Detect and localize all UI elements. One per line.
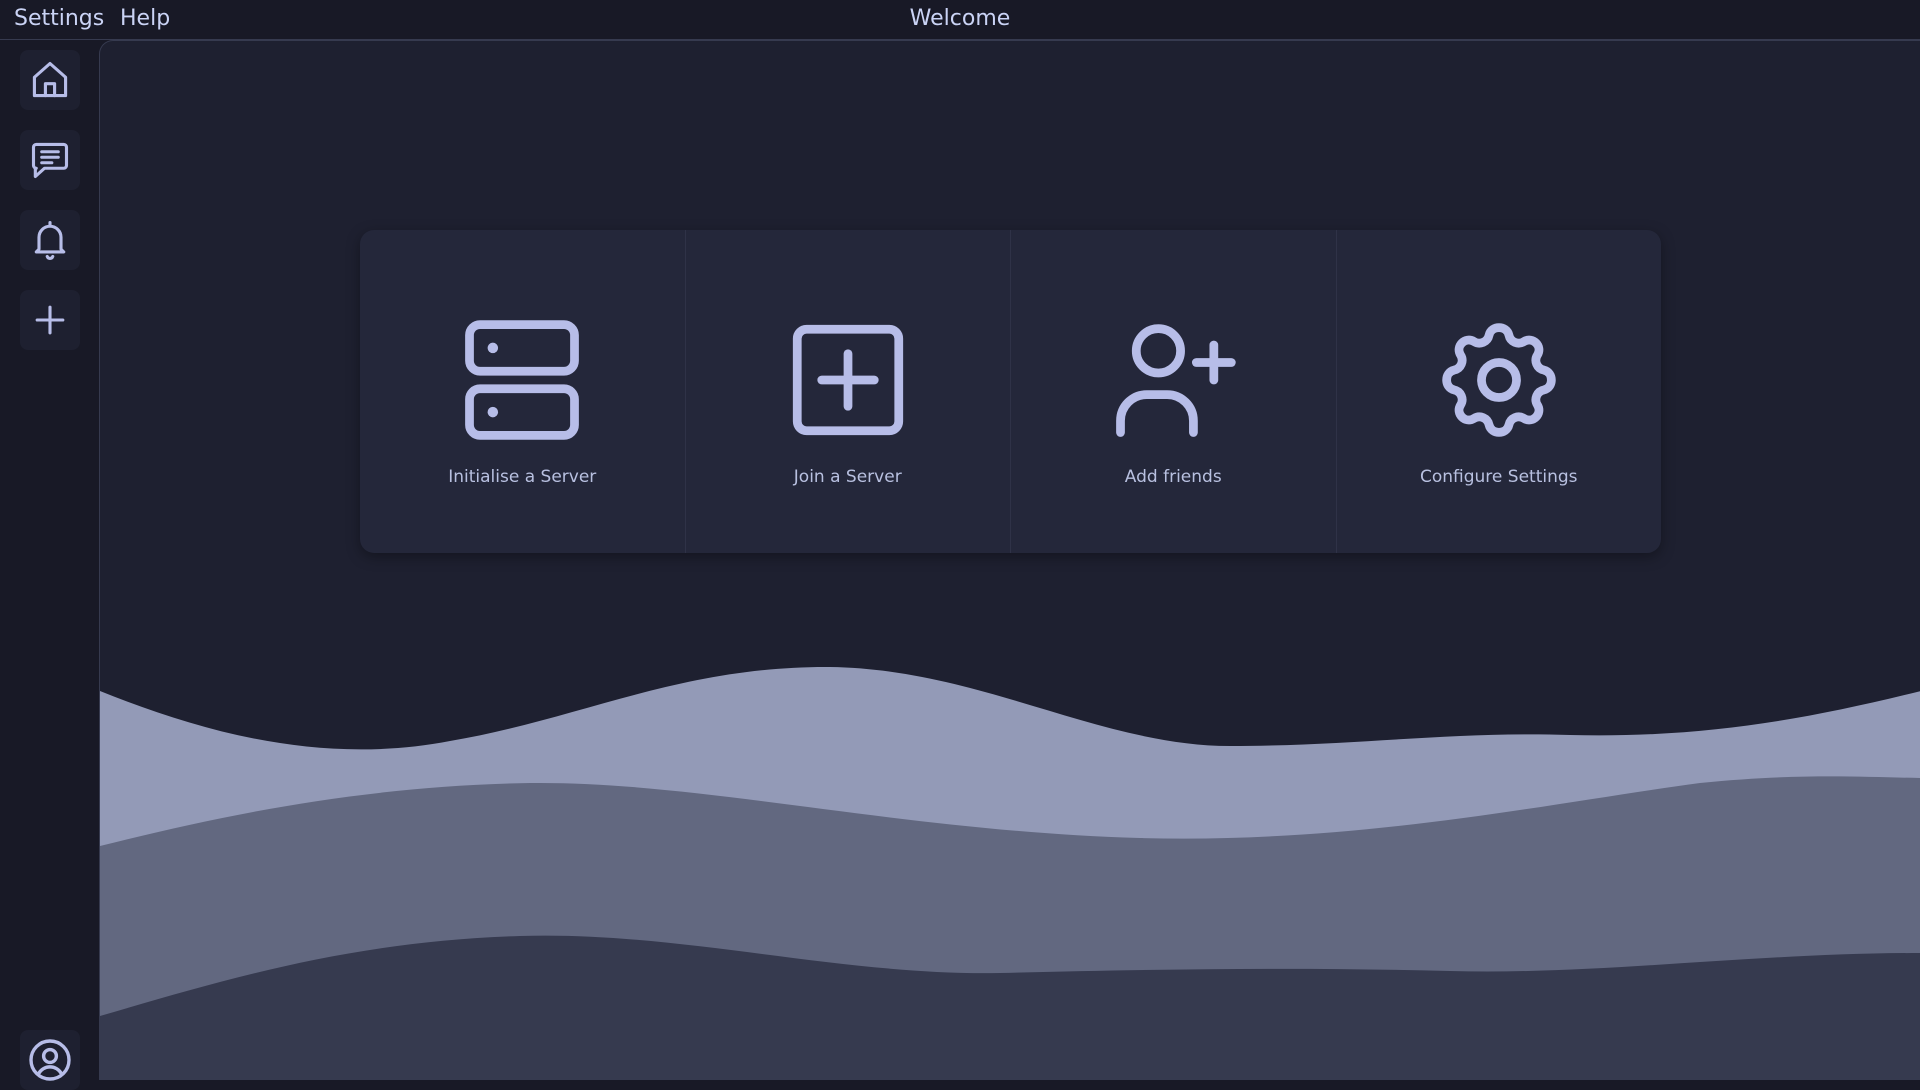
sidebar-notifications-button[interactable] [20,210,80,270]
add-friends-label: Add friends [1124,466,1222,487]
plus-icon [35,305,65,335]
initialise-server-label: Initialise a Server [448,466,597,487]
quick-actions-panel: Initialise a Server Join a Server Add fr… [360,230,1661,553]
main-content: Initialise a Server Join a Server Add fr… [99,40,1920,1080]
sidebar [0,40,99,1090]
menu-help[interactable]: Help [120,6,170,31]
server-icon [465,319,580,440]
square-plus-icon [792,324,903,435]
join-server-label: Join a Server [793,466,902,487]
chat-icon [31,142,69,179]
user-plus-icon [1116,323,1236,437]
sidebar-home-button[interactable] [20,50,80,110]
configure-settings-label: Configure Settings [1419,466,1578,487]
sidebar-add-button[interactable] [20,290,80,350]
menu-bar: Settings Help Welcome [0,0,1920,40]
user-circle-icon [29,1039,71,1081]
initialise-server-card[interactable]: Initialise a Server [360,230,686,553]
configure-settings-card[interactable]: Configure Settings [1337,230,1662,553]
sidebar-profile-button[interactable] [20,1030,80,1090]
bell-icon [34,221,66,260]
home-icon [32,61,68,98]
window-title: Welcome [909,6,1011,31]
sidebar-chat-button[interactable] [20,130,80,190]
wave-background [100,666,1920,1080]
add-friends-card[interactable]: Add friends [1011,230,1337,553]
gear-icon [1442,322,1556,437]
menu-settings[interactable]: Settings [14,6,104,31]
join-server-card[interactable]: Join a Server [686,230,1011,553]
